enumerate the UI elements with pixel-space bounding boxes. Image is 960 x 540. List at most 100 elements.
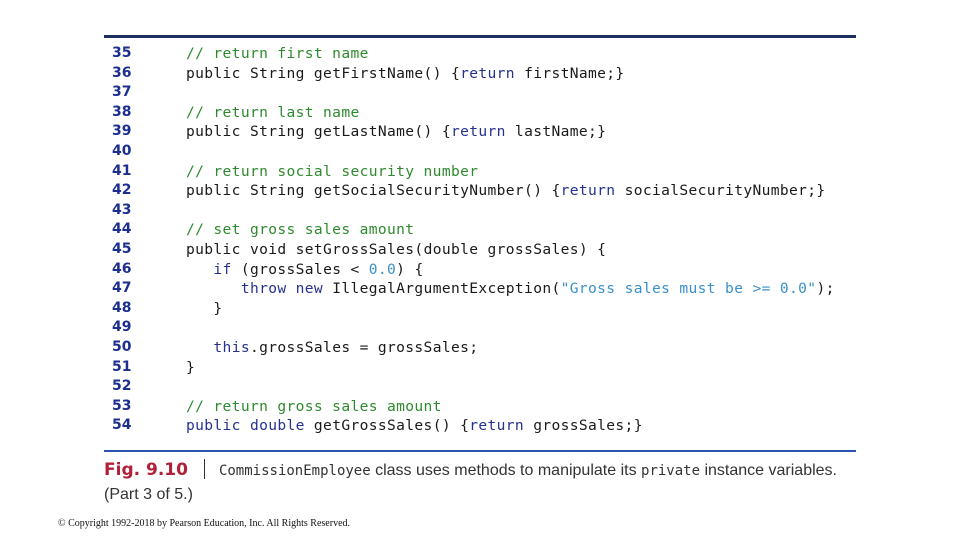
code-text: public String getLastName() {return last… [186,122,606,142]
code-text: // return first name [186,44,369,64]
caption-text: class uses methods to manipulate its [370,462,642,479]
caption-separator [203,459,205,479]
code-token-plain: lastName;} [505,123,607,141]
code-token-plain: String getSocialSecurityNumber() { [249,182,561,200]
code-text: public String getSocialSecurityNumber() … [186,181,826,201]
code-token-comment: // set gross sales amount [186,221,415,239]
code-token-keyword: return [450,123,506,141]
code-token-plain: String getFirstName() { [249,64,461,82]
code-text: // return last name [186,103,360,123]
code-token-comment: // return last name [186,103,360,121]
code-token-keyword: return [560,182,616,200]
code-token-plain: socialSecurityNumber;} [615,182,826,200]
code-text: public double getGrossSales() {return gr… [186,416,643,436]
code-text: } [186,358,195,378]
line-number: 47 [112,280,132,297]
code-line: 46 if (grossSales < 0.0) { [104,260,864,280]
code-text: // return gross sales amount [186,397,442,417]
code-token-keyword: throw new [240,280,324,298]
code-token-keyword: return [460,64,515,82]
line-number: 40 [112,142,132,159]
code-line: 43 [104,201,864,221]
line-number: 53 [112,397,132,414]
code-token-type: public [186,64,250,82]
code-text: this.grossSales = grossSales; [186,338,478,358]
code-token-type: double [423,240,479,258]
code-line: 35 // return first name [104,44,864,64]
code-token-plain: firstName;} [514,64,625,82]
top-rule [104,35,856,38]
code-token-comment: // return social security number [186,162,479,180]
code-line: 42 public String getSocialSecurityNumber(… [104,181,864,201]
code-line: 52 [104,377,864,397]
bottom-rule [104,450,856,452]
line-number: 45 [112,240,132,257]
line-number: 42 [112,182,132,199]
code-text: throw new IllegalArgumentException("Gros… [186,279,835,299]
line-number: 38 [112,103,132,120]
code-token-comment: // return gross sales amount [186,397,442,415]
figure-caption: Fig. 9.10 CommissionEmployee class uses m… [104,458,864,507]
code-token-plain: setGrossSales( [295,240,424,258]
code-line: 37 [104,83,864,103]
figure-label: Fig. 9.10 [104,460,188,480]
line-number: 46 [112,260,132,277]
code-line: 45 public void setGrossSales(double gross… [104,240,864,260]
copyright-notice: © Copyright 1992-2018 by Pearson Educati… [58,518,351,529]
code-line: 51} [104,358,864,378]
code-line: 47 throw new IllegalArgumentException("G… [104,279,864,299]
code-token-type: public [186,182,250,200]
code-token-number: 0.0 [368,260,397,278]
code-token-string: "Gross sales must be >= 0.0" [560,280,817,298]
code-line: 44 // set gross sales amount [104,220,864,240]
code-token-type: public [186,123,250,141]
code-token-plain: } [186,358,196,376]
line-number: 49 [112,319,132,336]
code-token-plain: (grossSales < [231,260,369,278]
code-text: public String getFirstName() {return fir… [186,64,625,84]
code-text: public void setGrossSales(double grossSa… [186,240,606,260]
line-number: 43 [112,201,132,218]
code-line: 41 // return social security number [104,162,864,182]
code-token-comment: // return first name [186,45,369,62]
code-line: 53 // return gross sales amount [104,397,864,417]
code-token-plain: ); [816,280,835,298]
line-number: 37 [112,84,132,101]
code-token-plain: grossSales) { [478,240,607,258]
code-token-plain: getGrossSales() { [304,417,470,435]
line-number: 39 [112,123,132,140]
code-line: 50 this.grossSales = grossSales; [104,338,864,358]
code-token-plain: String getLastName() { [249,123,451,141]
code-line: 48 } [104,299,864,319]
code-token-keyword: return [469,417,525,435]
line-number: 52 [112,378,132,395]
code-token-type: public void [186,240,296,258]
code-line: 39 public String getLastName() {return la… [104,122,864,142]
code-text: // return social security number [186,162,478,182]
line-number: 54 [112,417,132,434]
code-token-keyword: this [213,338,250,356]
line-number: 50 [112,338,132,355]
code-line: 36 public String getFirstName() {return f… [104,64,864,84]
line-number: 48 [112,299,132,316]
code-line: 49 [104,318,864,338]
caption-class-name: CommissionEmployee [218,463,371,479]
caption-keyword: private [641,463,701,479]
code-line: 38 // return last name [104,103,864,123]
code-line: 54 public double getGrossSales() {return … [104,416,864,436]
code-token-plain: ) { [396,260,424,278]
line-number: 35 [112,45,132,61]
line-number: 44 [112,221,132,238]
line-number: 51 [112,358,132,375]
code-token-plain: .grossSales = grossSales; [249,338,479,356]
line-number: 36 [112,64,132,81]
code-line: 40 [104,142,864,162]
code-token-plain: } [186,299,223,317]
code-text: } [186,299,223,319]
code-text: // set gross sales amount [186,220,414,240]
code-listing: 35 // return first name 36 public String ge… [104,44,864,436]
code-token-keyword: if [213,260,232,278]
